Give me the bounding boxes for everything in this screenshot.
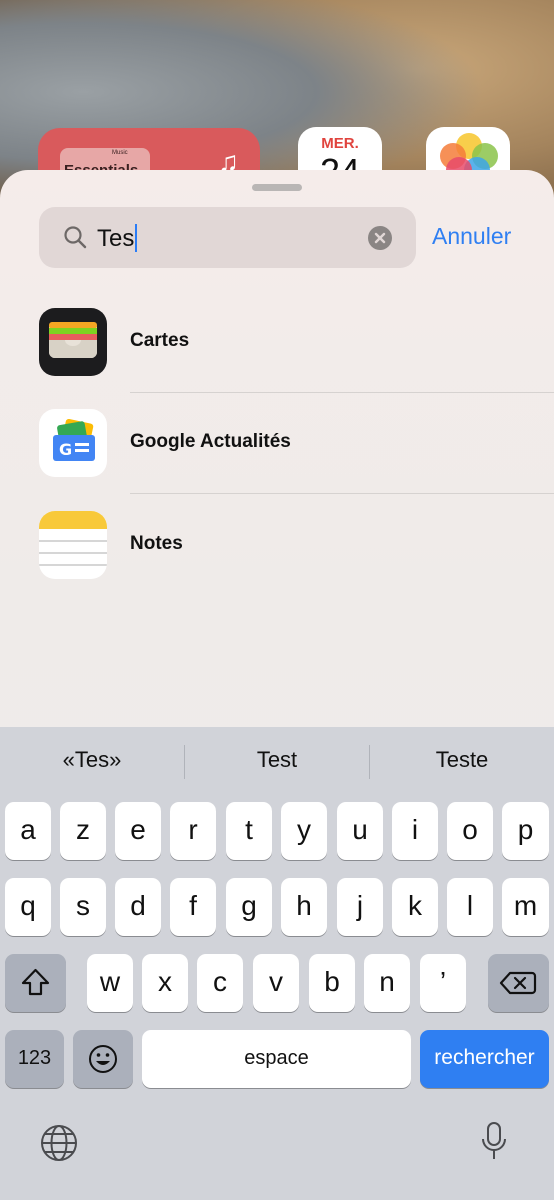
wallet-app-icon [39,308,107,376]
svg-text:G: G [59,440,72,459]
suggestion-2[interactable]: Test [185,747,369,773]
key-v[interactable]: v [253,954,299,1012]
key-s[interactable]: s [60,878,106,936]
suggestion-3[interactable]: Teste [370,747,554,773]
key-a[interactable]: a [5,802,51,860]
key-h[interactable]: h [281,878,327,936]
key-d[interactable]: d [115,878,161,936]
key-w[interactable]: w [87,954,133,1012]
key-n[interactable]: n [364,954,410,1012]
key-p[interactable]: p [502,802,549,860]
result-label: Google Actualités [130,431,291,452]
search-field[interactable]: Tes [39,207,416,268]
text-caret [135,224,138,252]
emoji-icon [89,1045,117,1073]
key-q[interactable]: q [5,878,51,936]
backspace-icon [499,971,537,995]
divider [130,392,554,393]
delete-key[interactable] [488,954,549,1012]
key-z[interactable]: z [60,802,106,860]
result-item-notes[interactable]: Notes [0,511,554,612]
numbers-key[interactable]: 123 [5,1030,64,1088]
result-label: Notes [130,533,183,554]
notes-app-icon [39,511,107,579]
key-apostrophe[interactable]: ’ [420,954,466,1012]
sheet-grabber[interactable] [252,184,302,191]
divider [130,493,554,494]
key-f[interactable]: f [170,878,216,936]
result-item-google-actualites[interactable]: G Google Actualités [0,409,554,510]
microphone-icon[interactable] [478,1121,510,1163]
key-i[interactable]: i [392,802,438,860]
keyboard: «Tes» Test Teste a z e r t y u i o p q s… [0,727,554,1200]
space-key[interactable]: espace [142,1030,411,1088]
emoji-key[interactable] [73,1030,133,1088]
key-t[interactable]: t [226,802,272,860]
key-g[interactable]: g [226,878,272,936]
key-m[interactable]: m [502,878,549,936]
search-input[interactable]: Tes [97,224,138,253]
calendar-day: MER. [321,135,359,152]
key-o[interactable]: o [447,802,493,860]
result-label: Cartes [130,330,190,351]
key-x[interactable]: x [142,954,188,1012]
key-k[interactable]: k [392,878,438,936]
search-icon [64,226,87,249]
clear-icon[interactable] [368,226,392,250]
music-widget-brand: Music [112,150,128,156]
suggestion-1[interactable]: «Tes» [0,747,184,773]
key-j[interactable]: j [337,878,383,936]
key-e[interactable]: e [115,802,161,860]
key-l[interactable]: l [447,878,493,936]
google-news-app-icon: G [39,409,107,477]
key-u[interactable]: u [337,802,383,860]
key-y[interactable]: y [281,802,327,860]
shift-icon [21,968,50,996]
shift-key[interactable] [5,954,66,1012]
search-query: Tes [97,225,135,252]
key-r[interactable]: r [170,802,216,860]
search-key[interactable]: rechercher [420,1030,549,1088]
globe-icon[interactable] [39,1123,79,1163]
key-c[interactable]: c [197,954,243,1012]
key-b[interactable]: b [309,954,355,1012]
result-item-cartes[interactable]: Cartes [0,308,554,409]
cancel-button[interactable]: Annuler [432,223,511,250]
